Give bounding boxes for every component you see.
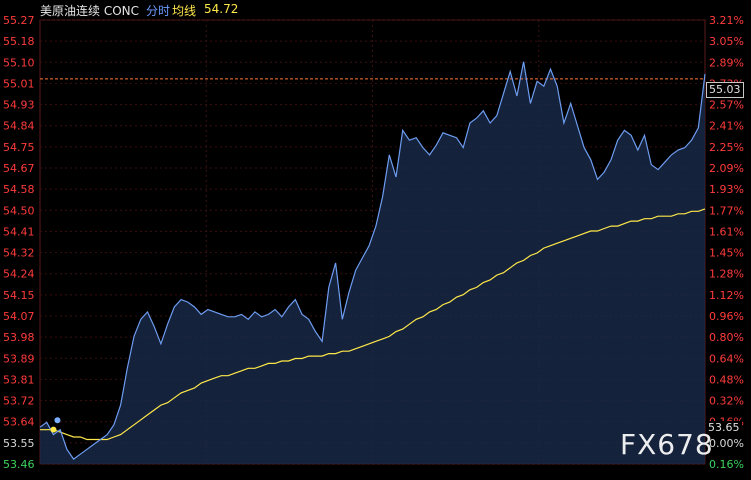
price-area bbox=[40, 61, 705, 464]
y-tick-label-left: 54.58 bbox=[3, 183, 35, 196]
y-tick-label-right: 1.93% bbox=[709, 183, 744, 196]
avg-line-value: 54.72 bbox=[204, 2, 239, 16]
avg-start-marker bbox=[50, 426, 57, 433]
y-tick-label-left: 54.75 bbox=[3, 141, 35, 154]
y-tick-label-right: 2.09% bbox=[709, 162, 744, 175]
price-start-marker bbox=[54, 417, 61, 424]
symbol-label: 美原油连续 CONC bbox=[40, 4, 139, 18]
y-tick-label-left: 53.89 bbox=[3, 352, 35, 365]
y-tick-label-left: 55.27 bbox=[3, 14, 35, 27]
y-tick-label-right: 2.25% bbox=[709, 141, 744, 154]
y-tick-label-right: 0.16% bbox=[709, 458, 744, 471]
y-tick-label-right: 0.32% bbox=[709, 395, 744, 408]
y-tick-label-right: 1.61% bbox=[709, 225, 744, 238]
y-tick-label-left: 55.18 bbox=[3, 35, 35, 48]
y-tick-label-right: 3.05% bbox=[709, 35, 744, 48]
chart-container: 55.273.21%55.183.05%55.102.89%55.012.73%… bbox=[0, 0, 751, 480]
y-tick-label-left: 54.67 bbox=[3, 162, 35, 175]
y-tick-label-left: 55.10 bbox=[3, 56, 35, 69]
y-tick-label-right: 1.28% bbox=[709, 268, 744, 281]
watermark-logo: FX678 bbox=[620, 428, 714, 461]
y-tick-label-left: 54.15 bbox=[3, 289, 35, 302]
y-tick-label-left: 53.55 bbox=[3, 437, 35, 450]
price-chart[interactable]: 55.273.21%55.183.05%55.102.89%55.012.73%… bbox=[0, 0, 751, 480]
y-tick-label-right: 2.57% bbox=[709, 99, 744, 112]
y-tick-label-left: 54.84 bbox=[3, 120, 35, 133]
y-tick-label-left: 54.93 bbox=[3, 99, 35, 112]
y-tick-label-left: 54.32 bbox=[3, 247, 35, 260]
y-tick-label-left: 54.24 bbox=[3, 268, 35, 281]
y-tick-label-left: 55.01 bbox=[3, 77, 35, 90]
avg-line-label: 均线 bbox=[172, 4, 197, 18]
y-tick-label-left: 54.50 bbox=[3, 204, 35, 217]
y-tick-label-right: 2.41% bbox=[709, 120, 744, 133]
y-tick-label-left: 53.98 bbox=[3, 331, 35, 344]
y-tick-label-right: 0.80% bbox=[709, 331, 744, 344]
y-tick-label-right: 1.12% bbox=[709, 289, 744, 302]
y-tick-label-left: 53.46 bbox=[3, 458, 35, 471]
last-price-tag: 55.03 bbox=[706, 82, 744, 98]
mode-label: 分时 bbox=[146, 4, 171, 18]
y-tick-label-left: 54.07 bbox=[3, 310, 35, 323]
y-tick-label-left: 53.64 bbox=[3, 416, 35, 429]
y-tick-label-left: 53.72 bbox=[3, 395, 35, 408]
y-tick-label-right: 1.45% bbox=[709, 247, 744, 260]
y-tick-label-right: 0.96% bbox=[709, 310, 744, 323]
y-tick-label-left: 53.81 bbox=[3, 373, 35, 386]
y-tick-label-left: 54.41 bbox=[3, 225, 35, 238]
y-tick-label-right: 3.21% bbox=[709, 14, 744, 27]
y-tick-label-right: 1.77% bbox=[709, 204, 744, 217]
y-tick-label-right: 0.00% bbox=[709, 437, 744, 450]
y-tick-label-right: 2.89% bbox=[709, 56, 744, 69]
y-tick-label-right: 0.48% bbox=[709, 373, 744, 386]
y-tick-label-right: 0.64% bbox=[709, 352, 744, 365]
